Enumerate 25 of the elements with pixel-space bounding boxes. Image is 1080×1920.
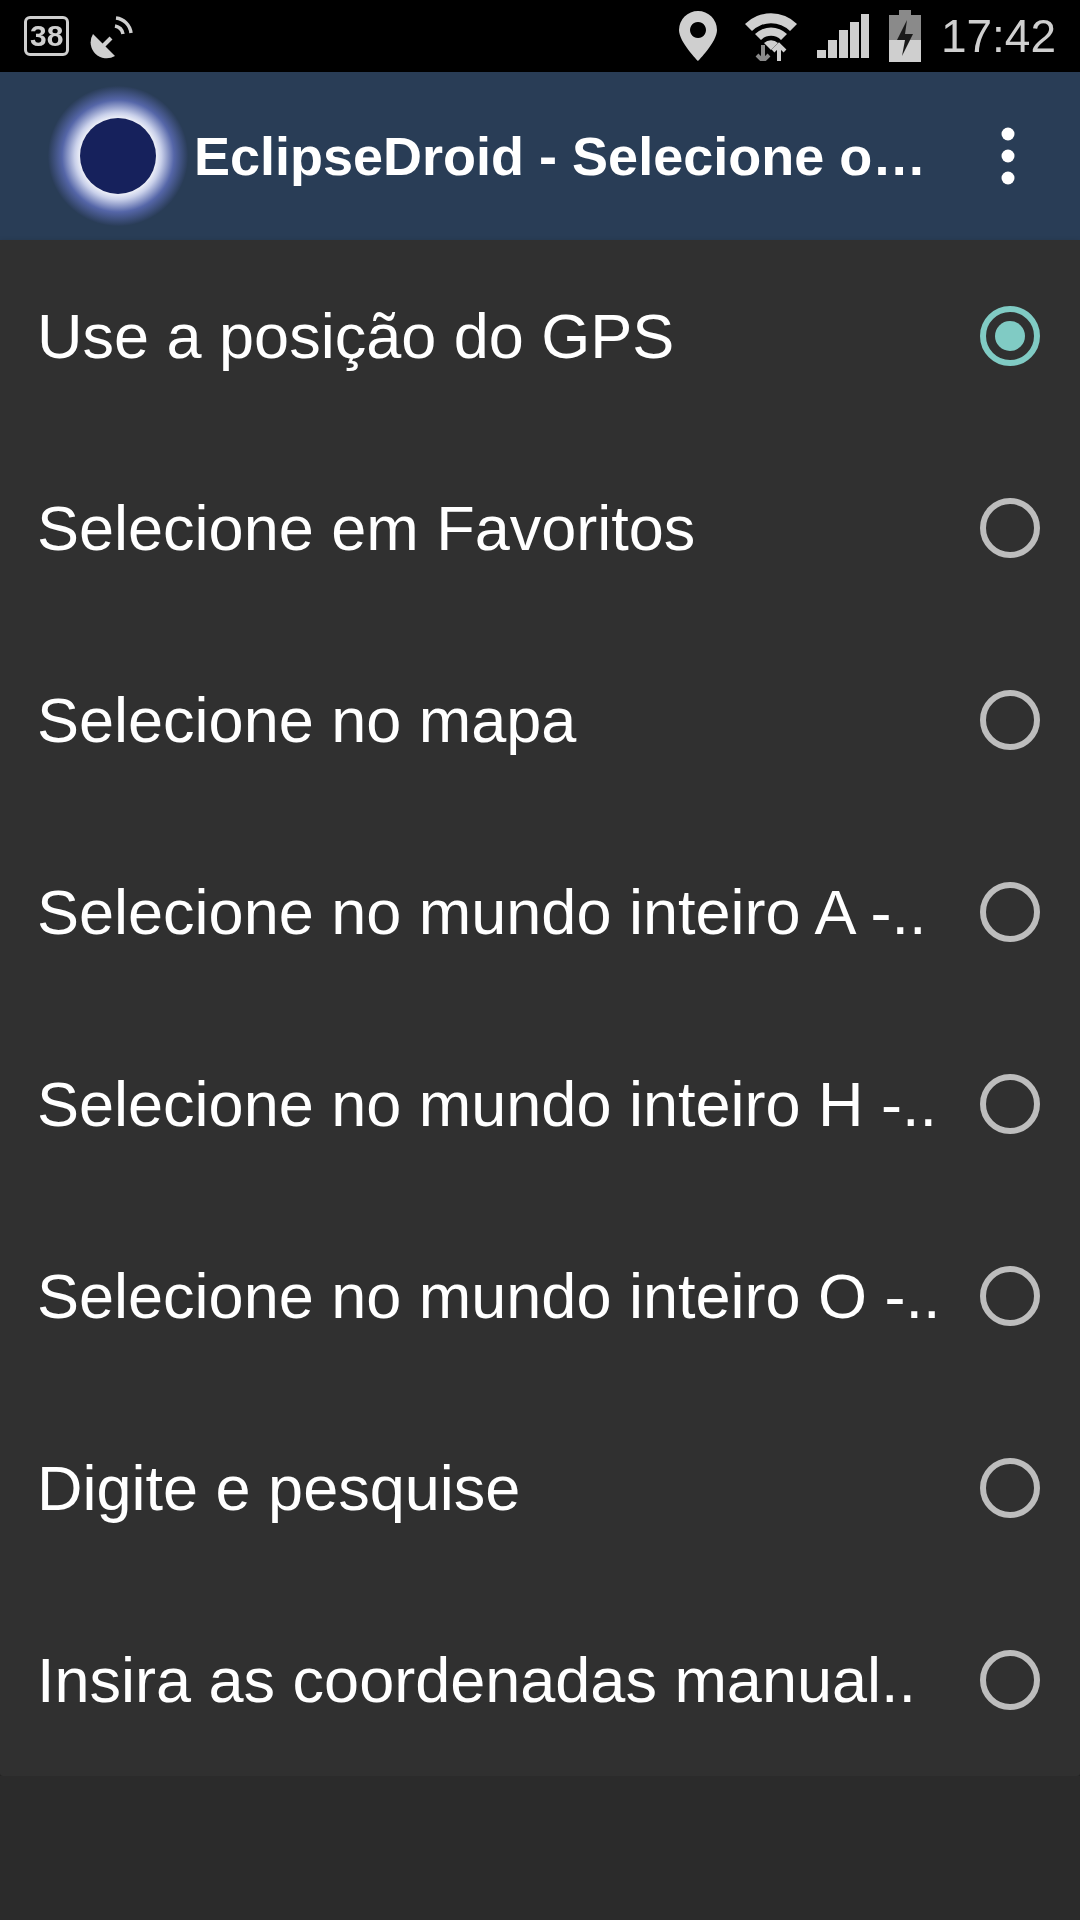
more-options-icon[interactable] <box>1001 127 1015 185</box>
eclipse-icon <box>48 86 188 226</box>
radio-button[interactable] <box>980 882 1040 942</box>
notification-count: 38 <box>24 16 70 56</box>
wifi-icon <box>744 11 797 61</box>
location-pin-icon <box>678 11 717 61</box>
option-item[interactable]: Digite e pesquise <box>0 1392 1080 1584</box>
app-title: EclipseDroid - Selecione o… <box>194 125 928 187</box>
option-item[interactable]: Use a posição do GPS <box>0 240 1080 432</box>
radio-button[interactable] <box>980 1266 1040 1326</box>
radio-button[interactable] <box>980 1650 1040 1710</box>
option-item[interactable]: Selecione no mapa <box>0 624 1080 816</box>
option-item[interactable]: Insira as coordenadas manual.. <box>0 1584 1080 1776</box>
battery-charging-icon <box>888 10 921 62</box>
radio-button[interactable] <box>980 690 1040 750</box>
radio-button[interactable] <box>980 1074 1040 1134</box>
option-item[interactable]: Selecione em Favoritos <box>0 432 1080 624</box>
signal-icon <box>816 14 869 58</box>
option-item[interactable]: Selecione no mundo inteiro H -.. <box>0 1008 1080 1200</box>
option-item[interactable]: Selecione no mundo inteiro O -.. <box>0 1200 1080 1392</box>
radio-button[interactable] <box>980 1458 1040 1518</box>
clock-time: 17:42 <box>940 9 1056 64</box>
radio-button[interactable] <box>980 498 1040 558</box>
option-item[interactable]: Selecione no mundo inteiro A -.. <box>0 816 1080 1008</box>
radio-button[interactable] <box>980 306 1040 366</box>
